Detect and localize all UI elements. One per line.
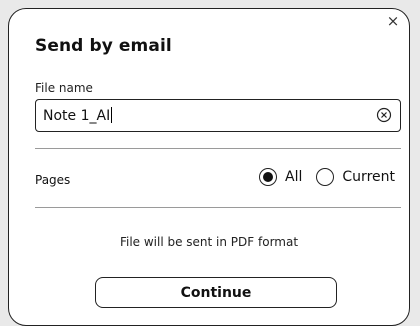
radio-current-label[interactable]: Current bbox=[342, 169, 395, 185]
format-info-text: File will be sent in PDF format bbox=[119, 235, 299, 249]
radio-current-circle[interactable] bbox=[316, 168, 335, 186]
pages-label: Pages bbox=[35, 173, 71, 187]
radio-all[interactable]: All bbox=[259, 168, 302, 186]
divider-bottom bbox=[35, 207, 401, 208]
radio-all-label[interactable]: All bbox=[285, 169, 302, 185]
radio-current[interactable]: Current bbox=[316, 168, 395, 186]
radio-all-circle[interactable] bbox=[259, 168, 278, 186]
dialog-title: Send by email bbox=[35, 36, 172, 56]
clear-icon[interactable] bbox=[376, 107, 392, 123]
divider-top bbox=[35, 148, 401, 149]
close-icon[interactable]: × bbox=[385, 13, 401, 29]
file-name-value[interactable]: Note 1_AI bbox=[43, 107, 113, 124]
file-name-label: File name bbox=[35, 81, 93, 95]
text-caret bbox=[111, 107, 113, 123]
pages-radio-group: All Current bbox=[259, 168, 395, 186]
send-by-email-dialog: × Send by email File name Note 1_AI Page… bbox=[8, 8, 410, 326]
continue-button[interactable]: Continue bbox=[95, 277, 337, 308]
file-name-input[interactable]: Note 1_AI bbox=[35, 99, 401, 132]
